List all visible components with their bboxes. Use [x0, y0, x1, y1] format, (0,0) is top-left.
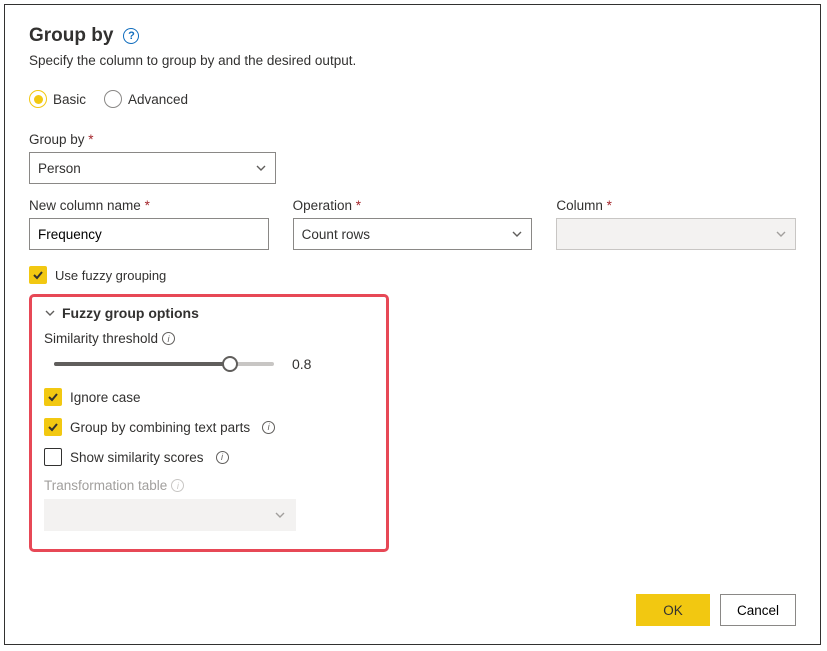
- operation-select[interactable]: Count rows: [293, 218, 533, 250]
- info-icon[interactable]: i: [216, 451, 229, 464]
- transformation-table-label: Transformation table i: [44, 478, 374, 493]
- transformation-table-select[interactable]: [44, 499, 296, 531]
- mode-radio-group: Basic Advanced: [29, 90, 796, 108]
- basic-radio[interactable]: Basic: [29, 90, 86, 108]
- combine-text-parts-checkbox[interactable]: [44, 418, 62, 436]
- ignore-case-label: Ignore case: [70, 390, 141, 405]
- new-column-name-input[interactable]: [38, 219, 260, 249]
- ok-button[interactable]: OK: [636, 594, 710, 626]
- fuzzy-options-expander[interactable]: Fuzzy group options: [44, 305, 374, 321]
- advanced-radio-label: Advanced: [128, 92, 188, 107]
- chevron-down-icon: [44, 307, 56, 319]
- similarity-threshold-value: 0.8: [292, 356, 311, 372]
- cancel-button[interactable]: Cancel: [720, 594, 796, 626]
- use-fuzzy-label: Use fuzzy grouping: [55, 268, 166, 283]
- chevron-down-icon: [255, 162, 267, 174]
- column-select: [556, 218, 796, 250]
- similarity-threshold-label: Similarity threshold i: [44, 331, 374, 346]
- combine-text-parts-label: Group by combining text parts: [70, 420, 250, 435]
- show-similarity-scores-checkbox[interactable]: [44, 448, 62, 466]
- similarity-threshold-slider[interactable]: [54, 354, 274, 374]
- chevron-down-icon: [274, 509, 286, 521]
- advanced-radio[interactable]: Advanced: [104, 90, 188, 108]
- chevron-down-icon: [511, 228, 523, 240]
- chevron-down-icon: [775, 228, 787, 240]
- new-column-name-input-wrap: [29, 218, 269, 250]
- group-by-column-label: Group by *: [29, 132, 276, 147]
- group-by-column-value: Person: [38, 161, 81, 176]
- help-icon[interactable]: ?: [123, 28, 139, 44]
- use-fuzzy-checkbox[interactable]: [29, 266, 47, 284]
- info-icon: i: [171, 479, 184, 492]
- dialog-subtitle: Specify the column to group by and the d…: [29, 53, 796, 68]
- operation-label: Operation *: [293, 198, 533, 213]
- show-similarity-scores-label: Show similarity scores: [70, 450, 204, 465]
- fuzzy-options-highlight: Fuzzy group options Similarity threshold…: [29, 294, 389, 552]
- info-icon[interactable]: i: [262, 421, 275, 434]
- operation-value: Count rows: [302, 227, 370, 242]
- info-icon[interactable]: i: [162, 332, 175, 345]
- group-by-column-select[interactable]: Person: [29, 152, 276, 184]
- fuzzy-options-title: Fuzzy group options: [62, 305, 199, 321]
- ignore-case-checkbox[interactable]: [44, 388, 62, 406]
- new-column-name-label: New column name *: [29, 198, 269, 213]
- column-label: Column *: [556, 198, 796, 213]
- basic-radio-label: Basic: [53, 92, 86, 107]
- dialog-title: Group by: [29, 25, 113, 47]
- group-by-dialog: Group by ? Specify the column to group b…: [4, 4, 821, 645]
- slider-thumb[interactable]: [222, 356, 238, 372]
